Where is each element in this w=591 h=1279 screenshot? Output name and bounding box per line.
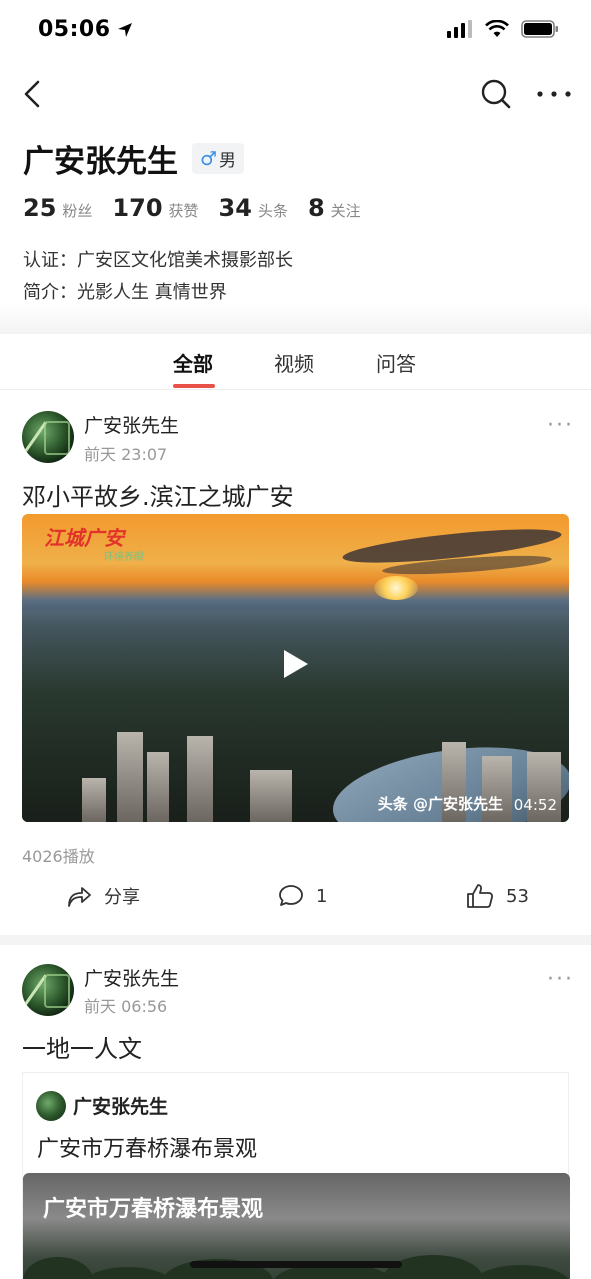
video-watermark: 头条 @广安张先生 bbox=[377, 795, 503, 813]
status-time: 05:06 bbox=[38, 17, 133, 42]
stat-number: 25 bbox=[23, 194, 57, 222]
stats-row: 25 粉丝 170 获赞 34 头条 8 关注 bbox=[23, 194, 361, 222]
profile-intro: 简介：光影人生 真情世界 bbox=[23, 282, 227, 303]
content-tabs: 全部 视频 问答 bbox=[0, 334, 591, 390]
search-button[interactable] bbox=[478, 76, 514, 112]
repost-title[interactable]: 广安市万春桥瀑布景观 bbox=[37, 1131, 257, 1163]
comment-count: 1 bbox=[316, 885, 328, 907]
stat-label: 头条 bbox=[257, 202, 288, 220]
building-shape bbox=[147, 752, 169, 822]
building-shape bbox=[117, 732, 143, 822]
post-more-button[interactable]: ··· bbox=[547, 413, 574, 438]
feed-post: 广安张先生 前天 06:56 ··· 一地一人文 广安张先生 广安市万春桥瀑布景… bbox=[0, 945, 591, 1279]
comment-button[interactable]: 1 bbox=[278, 883, 327, 909]
profile-certification: 认证：广安区文化馆美术摄影部长 bbox=[23, 250, 293, 271]
stat-number: 170 bbox=[112, 194, 163, 222]
repost-image-title: 广安市万春桥瀑布景观 bbox=[43, 1197, 264, 1222]
share-label: 分享 bbox=[104, 887, 140, 908]
location-arrow-icon bbox=[117, 22, 132, 37]
status-time-text: 05:06 bbox=[38, 17, 111, 42]
tab-video[interactable]: 视频 bbox=[274, 348, 314, 377]
cellular-signal-icon bbox=[447, 20, 472, 38]
building-shape bbox=[82, 778, 106, 822]
home-indicator[interactable] bbox=[190, 1261, 402, 1268]
repost-card[interactable]: 广安张先生 广安市万春桥瀑布景观 广安市万春桥瀑布景观 bbox=[22, 1072, 570, 1279]
wifi-icon bbox=[485, 20, 509, 37]
profile-name: 广安张先生 bbox=[23, 144, 178, 180]
tab-active-indicator bbox=[173, 384, 215, 388]
post-time: 前天 23:07 bbox=[84, 445, 168, 464]
comment-icon bbox=[279, 885, 303, 906]
gender-badge: ♂ 男 bbox=[192, 143, 245, 174]
profile-name-row: 广安张先生 ♂ 男 bbox=[23, 136, 245, 181]
profile-header: 广安张先生 ♂ 男 25 粉丝 170 获赞 34 头条 8 关注 认证：广安区… bbox=[0, 124, 591, 334]
video-duration: 04:52 bbox=[513, 796, 557, 814]
post-author[interactable]: 广安张先生 bbox=[84, 411, 179, 438]
like-count: 53 bbox=[506, 885, 529, 907]
avatar[interactable] bbox=[22, 411, 74, 463]
play-count: 4026播放 bbox=[22, 847, 95, 866]
cityscape bbox=[22, 610, 569, 822]
chevron-left-icon bbox=[24, 80, 40, 108]
repost-author[interactable]: 广安张先生 bbox=[73, 1092, 168, 1119]
sun-shape bbox=[374, 576, 418, 600]
feed-post: 广安张先生 前天 23:07 ··· 邓小平故乡.滨江之城广安 江城广安 环境养… bbox=[0, 391, 591, 935]
stat-label: 获赞 bbox=[168, 202, 199, 220]
gender-label: 男 bbox=[219, 151, 237, 171]
post-time: 前天 06:56 bbox=[84, 997, 168, 1016]
avatar[interactable] bbox=[22, 964, 74, 1016]
stat-number: 8 bbox=[307, 194, 325, 222]
video-thumbnail[interactable]: 江城广安 环境养眼 头条 @广安张先生 04:52 bbox=[22, 514, 569, 822]
more-menu-button[interactable] bbox=[534, 76, 574, 112]
post-title[interactable]: 一地一人文 bbox=[22, 1029, 142, 1064]
video-logo: 江城广安 bbox=[44, 526, 124, 550]
tree-shape bbox=[83, 1267, 173, 1279]
building-shape bbox=[187, 736, 213, 822]
nav-bar bbox=[0, 64, 591, 124]
stat-number: 34 bbox=[218, 194, 252, 222]
repost-avatar[interactable] bbox=[36, 1091, 66, 1121]
stat-following[interactable]: 8 关注 bbox=[308, 194, 361, 222]
male-symbol-icon: ♂ bbox=[200, 147, 218, 170]
thumbs-up-icon bbox=[467, 884, 493, 908]
like-button[interactable]: 53 bbox=[466, 883, 529, 909]
building-shape bbox=[250, 770, 292, 822]
stat-likes[interactable]: 170 获赞 bbox=[112, 194, 198, 222]
tree-shape bbox=[23, 1257, 93, 1279]
tab-qa[interactable]: 问答 bbox=[376, 348, 416, 377]
back-button[interactable] bbox=[18, 76, 52, 112]
play-icon[interactable] bbox=[284, 650, 308, 678]
battery-icon bbox=[521, 20, 558, 38]
stat-articles[interactable]: 34 头条 bbox=[219, 194, 288, 222]
share-icon bbox=[68, 887, 91, 907]
more-dots-icon bbox=[537, 91, 571, 97]
post-more-button[interactable]: ··· bbox=[547, 967, 574, 992]
search-icon bbox=[481, 79, 511, 109]
feed-divider bbox=[0, 935, 591, 945]
share-button[interactable]: 分享 bbox=[66, 883, 140, 909]
tab-all[interactable]: 全部 bbox=[173, 348, 213, 377]
stat-label: 关注 bbox=[330, 202, 361, 220]
stat-followers[interactable]: 25 粉丝 bbox=[23, 194, 92, 222]
post-author[interactable]: 广安张先生 bbox=[84, 964, 179, 991]
status-icons bbox=[447, 20, 559, 38]
tree-shape bbox=[473, 1265, 570, 1279]
post-title[interactable]: 邓小平故乡.滨江之城广安 bbox=[22, 477, 294, 512]
status-bar: 05:06 bbox=[0, 0, 591, 64]
stat-label: 粉丝 bbox=[62, 202, 93, 220]
video-logo-sub: 环境养眼 bbox=[104, 552, 144, 563]
